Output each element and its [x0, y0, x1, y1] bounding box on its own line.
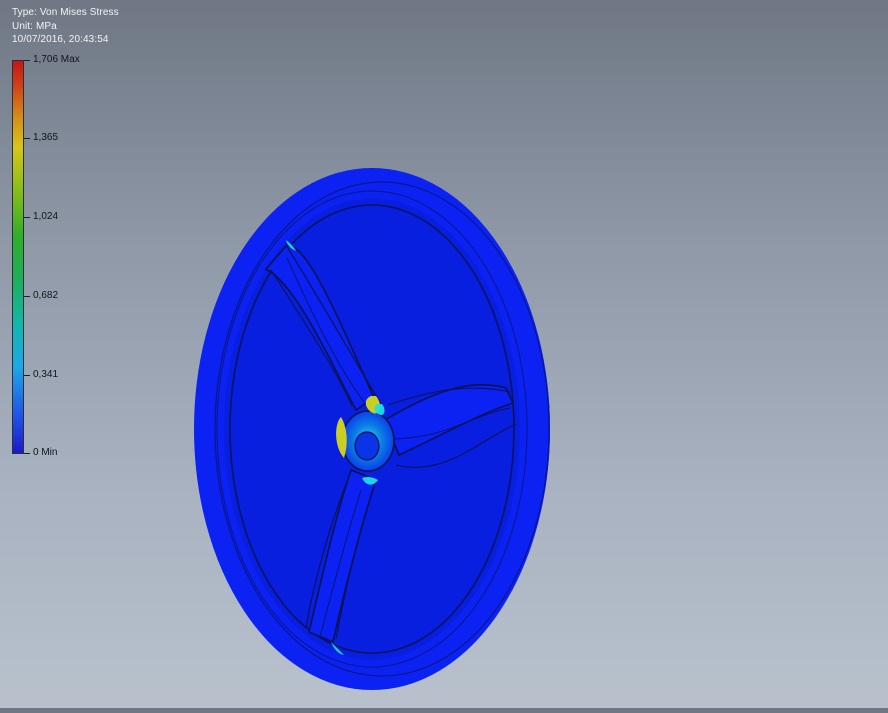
wheel-model[interactable] [0, 0, 888, 708]
fea-viewport[interactable]: Type: Von Mises Stress Unit: MPa 10/07/2… [0, 0, 888, 708]
hub-center [354, 431, 380, 461]
wheel-svg [194, 168, 550, 690]
